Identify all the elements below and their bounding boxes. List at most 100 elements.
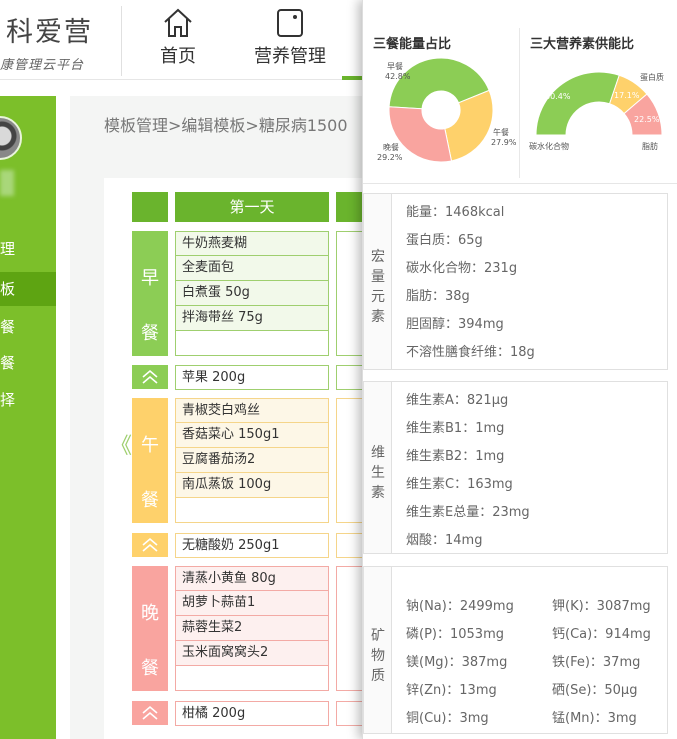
nav-active-indicator xyxy=(342,76,362,80)
donut-label-dinner: 晚餐 xyxy=(383,142,399,152)
snack-item-dinner[interactable]: 柑橘 200g xyxy=(175,701,329,726)
macro-box-label: 宏 量 元 素 xyxy=(364,194,392,369)
gauge-label-protein: 蛋白质 xyxy=(640,72,664,82)
mineral-box-label: 矿 物 质 xyxy=(364,567,392,733)
snack-item-breakfast[interactable]: 苹果 200g xyxy=(175,365,329,390)
logo-text: 科爱营 xyxy=(6,17,93,48)
meal-tag-breakfast: 早 餐 xyxy=(132,231,168,356)
nutrient-value: 钾(K)：3087mg xyxy=(552,599,651,614)
sidebar-item-template[interactable]: 板 xyxy=(0,272,56,306)
macro-nutrient-box: 宏 量 元 素 能量：1468kcal 蛋白质：65g 碳水化合物：231g 脂… xyxy=(363,193,668,370)
food-item[interactable]: 白煮蛋 50g xyxy=(175,281,329,306)
nutrition-panel: 三餐能量占比 三大营养素供能比 早餐 42.8% 午餐 27.9% 晚餐 29.… xyxy=(362,0,677,739)
home-icon xyxy=(164,8,192,37)
nav-nutrition[interactable]: 营养管理 xyxy=(240,6,340,76)
food-item[interactable]: 清蒸小黄鱼 80g xyxy=(175,566,329,591)
nutrient-value: 铜(Cu)：3mg xyxy=(406,711,489,726)
nutrient-value: 胆固醇：394mg xyxy=(406,317,504,332)
meal-tag-dinner: 晚 餐 xyxy=(132,566,168,691)
food-item[interactable]: 胡萝卜蒜苗1 xyxy=(175,591,329,616)
nutrient-value: 磷(P)：1053mg xyxy=(406,627,504,642)
gauge-slice-carb xyxy=(535,71,620,136)
vitamin-box-label: 维 生 素 xyxy=(364,382,392,553)
day-header: 第一天 xyxy=(175,192,329,222)
nutrient-value: 脂肪：38g xyxy=(406,289,470,304)
snack-tag-lunch[interactable] xyxy=(132,533,168,557)
user-name-blurred xyxy=(0,170,14,196)
food-item[interactable]: 玉米面窝窝头2 xyxy=(175,641,329,666)
nav-home-label: 首页 xyxy=(160,46,196,67)
gauge-pct-protein: 17.1% xyxy=(614,91,640,100)
gauge-label-carb: 碳水化合物 xyxy=(529,141,569,151)
food-item[interactable]: 牛奶燕麦糊 xyxy=(175,231,329,256)
vitamin-box: 维 生 素 维生素A：821μg 维生素B1：1mg 维生素B2：1mg 维生素… xyxy=(363,381,668,554)
nav-home[interactable]: 首页 xyxy=(140,6,216,76)
chevron-up-icon xyxy=(142,537,158,552)
nutrient-value: 蛋白质：65g xyxy=(406,233,483,248)
nutrient-value: 硒(Se)：50μg xyxy=(552,683,638,698)
snack-tag-dinner[interactable] xyxy=(132,701,168,725)
nutrient-value: 维生素B2：1mg xyxy=(406,449,505,464)
nutrient-value: 维生素B1：1mg xyxy=(406,421,505,436)
donut-label-lunch: 午餐 xyxy=(493,127,509,137)
nutrient-value: 维生素E总量：23mg xyxy=(406,505,530,520)
prev-day-arrow[interactable]: 《 xyxy=(110,428,132,460)
nutrient-value: 镁(Mg)：387mg xyxy=(406,655,508,670)
nutrient-value: 碳水化合物：231g xyxy=(406,261,518,276)
food-list-lunch: 青椒茭白鸡丝 香菇菜心 150g1 豆腐番茄汤2 南瓜蒸饭 100g xyxy=(175,398,329,523)
mineral-box: 矿 物 质 钠(Na)：2499mg 磷(P)：1053mg 镁(Mg)：387… xyxy=(363,566,668,734)
gauge-pct-carb: 60.4% xyxy=(545,92,571,101)
snack-item-lunch[interactable]: 无糖酸奶 250g1 xyxy=(175,533,329,558)
clipboard-icon xyxy=(277,9,303,37)
nutrient-value: 钠(Na)：2499mg xyxy=(406,599,514,614)
gauge-label-fat: 脂肪 xyxy=(642,141,658,151)
logo-subtitle: 康管理云平台 xyxy=(0,58,85,73)
food-item[interactable]: 青椒茭白鸡丝 xyxy=(175,398,329,423)
chevron-up-icon xyxy=(142,369,158,384)
nav-nutrition-label: 营养管理 xyxy=(254,46,326,67)
food-item[interactable]: 南瓜蒸饭 100g xyxy=(175,473,329,498)
food-item[interactable]: 拌海带丝 75g xyxy=(175,306,329,331)
chevron-up-icon xyxy=(142,705,158,720)
donut-label-dinner-pct: 29.2% xyxy=(377,153,403,162)
nutrient-value: 维生素C：163mg xyxy=(406,477,513,492)
sidebar-item-meal-b[interactable]: 餐 xyxy=(0,346,56,380)
food-item[interactable]: 全麦面包 xyxy=(175,256,329,281)
sidebar: 理 板 餐 餐 择 xyxy=(0,96,56,739)
nutrient-value: 烟酸：14mg xyxy=(406,533,483,548)
donut-label-lunch-pct: 27.9% xyxy=(491,138,517,147)
meal-energy-donut-chart: 早餐 42.8% 午餐 27.9% 晚餐 29.2% xyxy=(377,57,517,163)
nutrient-value: 锌(Zn)：13mg xyxy=(406,683,497,698)
logo[interactable]: 科爱营 康管理云平台 xyxy=(0,6,122,76)
day-corner xyxy=(132,192,168,222)
nutrient-value: 铁(Fe)：37mg xyxy=(552,655,641,670)
meal-tag-lunch: 午 餐 xyxy=(132,398,168,523)
sidebar-item-meal-a[interactable]: 餐 xyxy=(0,310,56,344)
breadcrumb: 模板管理>编辑模板>糖尿病1500 xyxy=(104,116,348,135)
sidebar-item-manage[interactable]: 理 xyxy=(0,232,56,266)
nutrient-value: 维生素A：821μg xyxy=(406,393,509,408)
avatar[interactable] xyxy=(0,116,22,160)
gauge-pct-fat: 22.5% xyxy=(634,115,660,124)
food-item[interactable]: 豆腐番茄汤2 xyxy=(175,448,329,473)
donut-slice-lunch xyxy=(444,89,494,162)
nutrient-value: 锰(Mn)：3mg xyxy=(552,711,637,726)
donut-label-breakfast-pct: 42.8% xyxy=(385,72,411,81)
food-list-dinner: 清蒸小黄鱼 80g 胡萝卜蒜苗1 蒜蓉生菜2 玉米面窝窝头2 xyxy=(175,566,329,691)
macro-semi-donut-chart: 60.4% 17.1% 22.5% 蛋白质 脂肪 碳水化合物 xyxy=(529,71,664,151)
meal-energy-chart-title: 三餐能量占比 xyxy=(373,37,452,52)
chart-separator xyxy=(363,183,677,184)
food-list-breakfast: 牛奶燕麦糊 全麦面包 白煮蛋 50g 拌海带丝 75g xyxy=(175,231,329,356)
nutrient-value: 钙(Ca)：914mg xyxy=(552,627,651,642)
food-item-empty[interactable] xyxy=(175,666,329,691)
food-item-empty[interactable] xyxy=(175,331,329,356)
food-item[interactable]: 香菇菜心 150g1 xyxy=(175,423,329,448)
snack-tag-breakfast[interactable] xyxy=(132,365,168,389)
food-item[interactable]: 蒜蓉生菜2 xyxy=(175,616,329,641)
donut-label-breakfast: 早餐 xyxy=(387,62,403,71)
food-item-empty[interactable] xyxy=(175,498,329,523)
macro-chart-title: 三大营养素供能比 xyxy=(530,37,635,52)
nutrient-value: 不溶性膳食纤维：18g xyxy=(406,345,535,360)
nutrient-value: 能量：1468kcal xyxy=(406,205,505,220)
sidebar-item-select[interactable]: 择 xyxy=(0,383,56,417)
